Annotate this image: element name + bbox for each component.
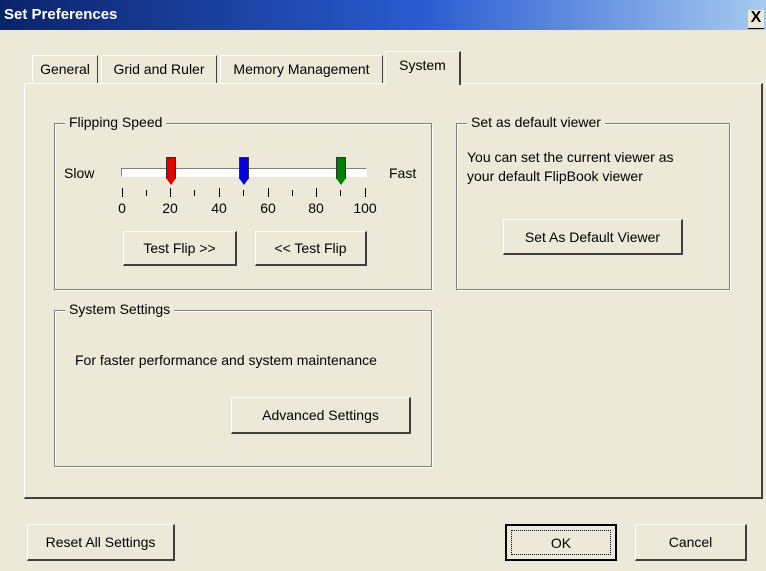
ok-button[interactable]: OK [505,524,617,561]
slider-tick [292,190,293,196]
slider-tick [316,188,317,197]
slow-label: Slow [64,165,95,181]
system-settings-legend: System Settings [65,301,175,317]
tab-system[interactable]: System [385,51,461,85]
slider-tick [219,188,220,197]
slider-tick [243,190,244,196]
title-bar: Set Preferences [0,0,766,30]
system-settings-description: For faster performance and system mainte… [75,352,377,368]
tab-label: Grid and Ruler [113,61,205,77]
slider-tick-label: 80 [308,200,324,216]
test-flip-forward-button[interactable]: Test Flip >> [123,231,237,266]
slider-tick-label: 100 [353,200,377,216]
default-viewer-legend: Set as default viewer [467,114,605,130]
window-title: Set Preferences [4,6,118,23]
flipping-speed-legend: Flipping Speed [65,114,167,130]
tab-general[interactable]: General [32,55,98,85]
close-button[interactable]: X [748,10,764,29]
advanced-settings-button[interactable]: Advanced Settings [231,397,411,434]
tab-memory-management[interactable]: Memory Management [220,55,383,85]
slider-tick-label: 40 [211,200,227,216]
test-flip-back-button[interactable]: << Test Flip [255,231,367,266]
slider-tick-label: 0 [118,200,126,216]
slider-tick-label: 60 [260,200,276,216]
slider-thumb-blue[interactable] [238,157,249,185]
cancel-button[interactable]: Cancel [635,524,747,561]
slider-tick [365,188,366,197]
slider-tick [340,190,341,196]
set-default-viewer-button[interactable]: Set As Default Viewer [503,219,683,255]
slider-thumb-red[interactable] [165,157,176,185]
tab-label: Memory Management [233,61,370,77]
slider-thumb-green[interactable] [335,157,346,185]
slider-tick-label: 20 [162,200,178,216]
slider-tick [170,188,171,197]
ok-button-label: OK [511,530,611,555]
reset-all-settings-button[interactable]: Reset All Settings [27,524,175,561]
tab-label: General [40,61,90,77]
default-viewer-description-line2: your default FlipBook viewer [467,168,643,184]
slider-tick [146,190,147,196]
tab-grid-and-ruler[interactable]: Grid and Ruler [101,55,217,85]
default-viewer-description-line1: You can set the current viewer as [467,149,674,165]
slider-tick [194,190,195,196]
system-settings-group: System Settings [54,301,432,467]
slider-tick [122,188,123,197]
fast-label: Fast [389,165,417,181]
tab-label: System [399,57,446,73]
close-icon: X [750,9,762,26]
slider-tick [268,188,269,197]
